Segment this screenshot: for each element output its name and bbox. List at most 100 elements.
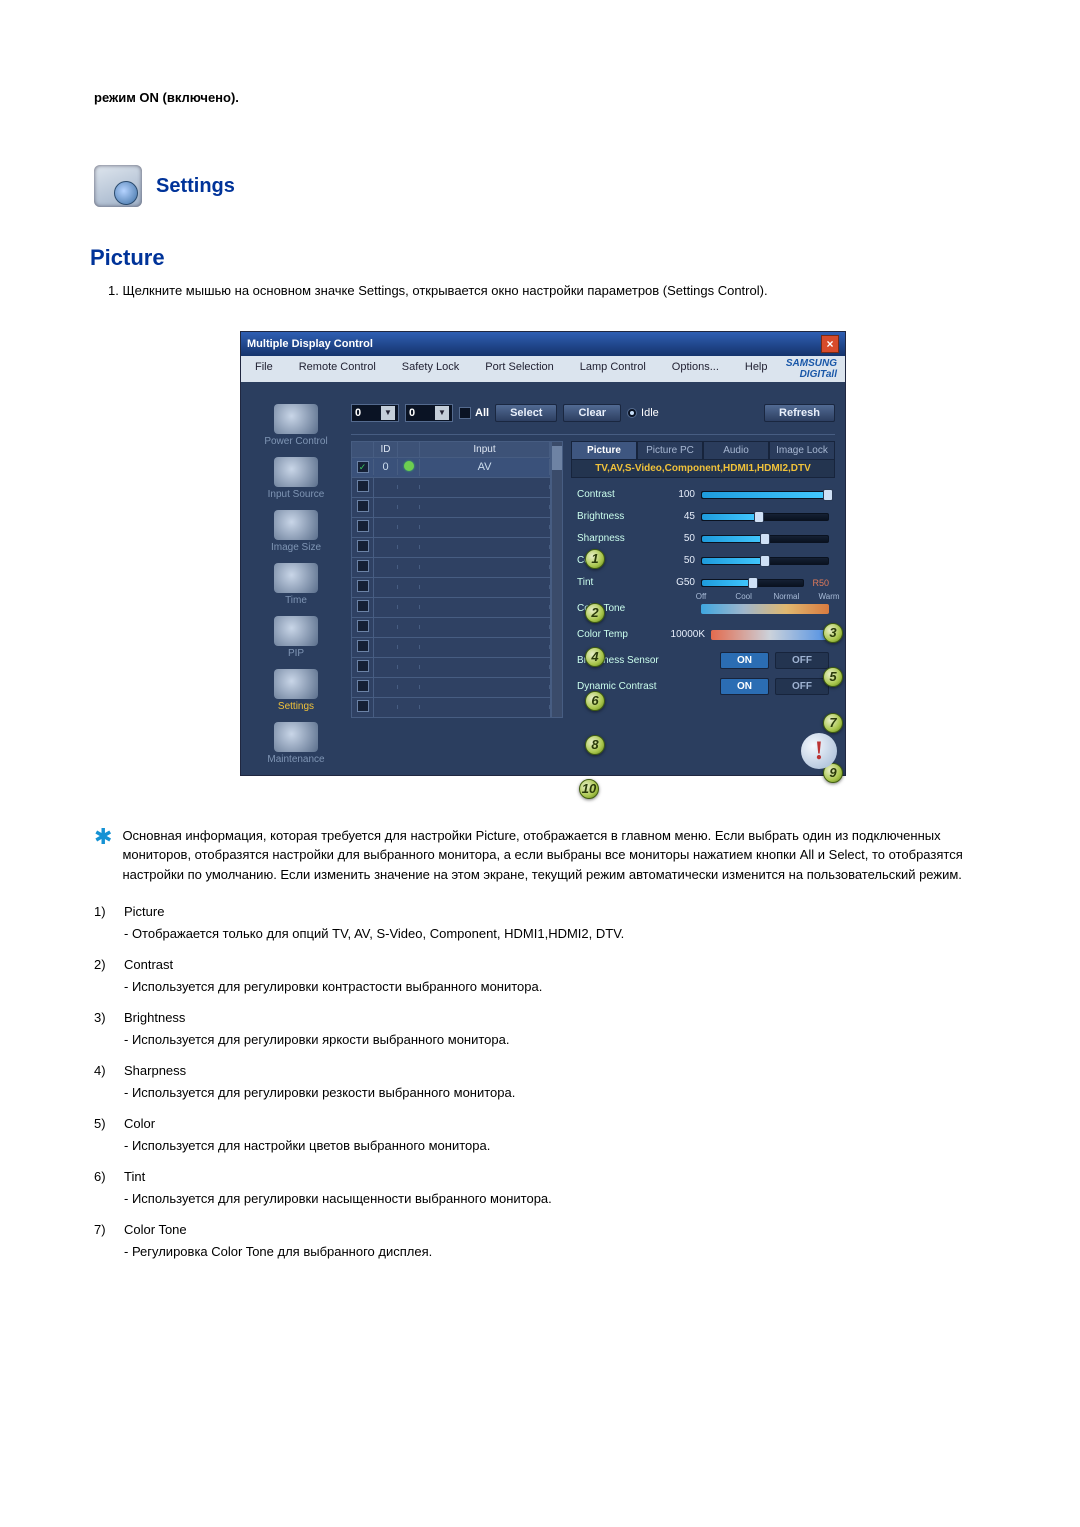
slider-label: Brightness [577, 511, 655, 522]
sidebar-item-input-source[interactable]: Input Source [268, 457, 325, 500]
menu-options[interactable]: Options... [660, 358, 731, 380]
row-checkbox[interactable] [357, 640, 369, 652]
item-title: Brightness [124, 1008, 992, 1028]
app-window: Multiple Display Control × File Remote C… [240, 331, 846, 776]
menu-file[interactable]: File [243, 358, 285, 380]
row-id [374, 665, 398, 669]
row-checkbox[interactable] [357, 580, 369, 592]
row-id: 0 [374, 459, 398, 475]
row-checkbox[interactable] [357, 600, 369, 612]
row-id [374, 685, 398, 689]
sidebar-item-pip[interactable]: PIP [274, 616, 318, 659]
grid-col-id: ID [374, 442, 398, 457]
tone-tick: Warm [818, 592, 839, 601]
table-row[interactable] [352, 597, 550, 617]
row-checkbox[interactable] [357, 540, 369, 552]
slider-value: 100 [661, 489, 695, 500]
row-checkbox[interactable] [357, 680, 369, 692]
refresh-button[interactable]: Refresh [764, 404, 835, 422]
sidebar-item-image-size[interactable]: Image Size [271, 510, 321, 553]
tab-audio[interactable]: Audio [703, 441, 769, 460]
sidebar-item-time[interactable]: Time [274, 563, 318, 606]
table-row[interactable] [352, 537, 550, 557]
colortemp-slider[interactable] [711, 630, 829, 640]
row-checkbox[interactable] [357, 480, 369, 492]
id-to-select[interactable]: 0▼ [405, 404, 453, 422]
tab-picture-pc[interactable]: Picture PC [637, 441, 703, 460]
row-checkbox[interactable] [357, 461, 369, 473]
chevron-down-icon: ▼ [435, 406, 449, 420]
sidebar-icon [274, 404, 318, 434]
brightness-sensor-off-button[interactable]: OFF [775, 652, 829, 669]
sidebar-item-power-control[interactable]: Power Control [264, 404, 327, 447]
table-row[interactable]: 0AV [352, 457, 550, 477]
section-title: Settings [156, 175, 235, 198]
slider-row-contrast: Contrast100 [577, 484, 829, 506]
tab-image-lock[interactable]: Image Lock [769, 441, 835, 460]
slider-track[interactable] [701, 535, 829, 543]
item-desc: - Регулировка Color Tone для выбранного … [124, 1242, 992, 1262]
dynamic-contrast-on-button[interactable]: ON [720, 678, 769, 695]
item-number: 6) [94, 1167, 116, 1208]
star-icon: ✱ [94, 826, 112, 848]
row-checkbox[interactable] [357, 520, 369, 532]
slider-row-sharpness: Sharpness50 [577, 528, 829, 550]
slider-track[interactable] [701, 513, 829, 521]
table-row[interactable] [352, 697, 550, 717]
item-number: 2) [94, 955, 116, 996]
idle-radio[interactable]: Idle [627, 407, 659, 419]
row-checkbox[interactable] [357, 700, 369, 712]
table-row[interactable] [352, 497, 550, 517]
row-input [420, 545, 550, 549]
menu-safety-lock[interactable]: Safety Lock [390, 358, 471, 380]
table-row[interactable] [352, 617, 550, 637]
row-checkbox[interactable] [357, 620, 369, 632]
row-checkbox[interactable] [357, 660, 369, 672]
row-id [374, 505, 398, 509]
table-row[interactable] [352, 637, 550, 657]
brightness-sensor-on-button[interactable]: ON [720, 652, 769, 669]
id-from-select[interactable]: 0▼ [351, 404, 399, 422]
grid-scrollbar[interactable] [551, 441, 563, 718]
item-number: 4) [94, 1061, 116, 1102]
close-button[interactable]: × [821, 335, 839, 353]
sidebar-item-maintenance[interactable]: Maintenance [267, 722, 324, 765]
title-bar: Multiple Display Control × [241, 332, 845, 356]
row-checkbox[interactable] [357, 560, 369, 572]
dynamic-contrast-off-button[interactable]: OFF [775, 678, 829, 695]
list-item: 3)Brightness- Используется для регулиров… [94, 1008, 992, 1049]
table-row[interactable] [352, 577, 550, 597]
table-row[interactable] [352, 657, 550, 677]
menu-lamp-control[interactable]: Lamp Control [568, 358, 658, 380]
item-title: Color Tone [124, 1220, 992, 1240]
slider-value: 45 [661, 511, 695, 522]
grid-col-lamp [398, 442, 420, 457]
table-row[interactable] [352, 677, 550, 697]
tone-tick: Cool [735, 592, 751, 601]
row-id [374, 525, 398, 529]
select-button[interactable]: Select [495, 404, 557, 422]
slider-track[interactable] [701, 579, 804, 587]
slider-track[interactable] [701, 557, 829, 565]
sidebar-item-settings[interactable]: Settings [274, 669, 318, 712]
callout-3: 3 [823, 623, 843, 643]
item-number: 1) [94, 902, 116, 943]
all-checkbox[interactable]: All [459, 407, 489, 419]
slider-track[interactable] [701, 491, 829, 499]
row-checkbox[interactable] [357, 500, 369, 512]
clear-button[interactable]: Clear [563, 404, 621, 422]
menu-remote-control[interactable]: Remote Control [287, 358, 388, 380]
grid-col-check [352, 442, 374, 457]
table-row[interactable] [352, 557, 550, 577]
slider-row-color: Color50 [577, 550, 829, 572]
row-id [374, 545, 398, 549]
tone-tick: Off [696, 592, 707, 601]
sidebar-item-label: Settings [274, 701, 318, 712]
table-row[interactable] [352, 517, 550, 537]
tab-picture[interactable]: Picture [571, 441, 637, 460]
menu-help[interactable]: Help [733, 358, 780, 380]
colortone-slider[interactable]: OffCoolNormalWarm [701, 604, 829, 614]
sidebar-icon [274, 722, 318, 752]
menu-port-selection[interactable]: Port Selection [473, 358, 565, 380]
table-row[interactable] [352, 477, 550, 497]
